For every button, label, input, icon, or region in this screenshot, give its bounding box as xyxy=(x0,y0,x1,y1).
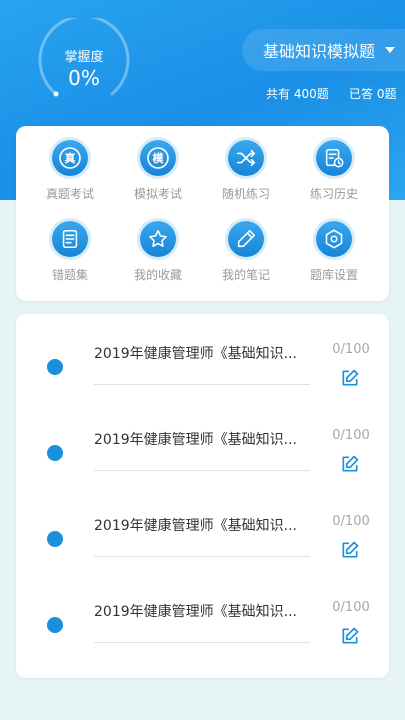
paper-list: 2019年健康管理师《基础知识... 0/100 2019年健康管理师《基础知识… xyxy=(16,314,389,678)
feature-label: 我的笔记 xyxy=(221,268,270,282)
mastery-value: 0% xyxy=(68,66,100,90)
feature-grid: 真 真题考试 模 模拟考试 随机练习 练习历史 错题集 我的收藏 我的笔记 题库… xyxy=(16,126,389,301)
feature-label: 题库设置 xyxy=(309,268,358,282)
star-icon xyxy=(140,221,176,257)
feature-label: 模拟考试 xyxy=(133,187,182,201)
paper-title: 2019年健康管理师《基础知识... xyxy=(94,604,297,620)
answered-questions: 已答 0题 xyxy=(349,87,397,101)
mastery-label: 掌握度 xyxy=(64,50,104,65)
divider xyxy=(94,642,310,643)
paper-progress: 0/100 xyxy=(332,600,370,615)
bullet-dot-icon xyxy=(47,445,63,461)
paper-title: 2019年健康管理师《基础知识... xyxy=(94,432,297,448)
feature-mock-exam[interactable]: 模 模拟考试 xyxy=(118,140,198,202)
divider xyxy=(94,384,310,385)
divider xyxy=(94,556,310,557)
paper-title: 2019年健康管理师《基础知识... xyxy=(94,346,297,362)
feature-wrong-questions[interactable]: 错题集 xyxy=(30,221,110,283)
bullet-dot-icon xyxy=(47,359,63,375)
feature-history[interactable]: 练习历史 xyxy=(294,140,374,202)
feature-label: 我的收藏 xyxy=(133,268,182,282)
settings-icon xyxy=(316,221,352,257)
feature-label: 随机练习 xyxy=(221,187,270,201)
paper-progress: 0/100 xyxy=(332,514,370,529)
question-bank-selector[interactable]: 基础知识模拟题 xyxy=(242,29,405,71)
list-item[interactable]: 2019年健康管理师《基础知识... 0/100 xyxy=(16,314,389,400)
paper-progress: 0/100 xyxy=(332,342,370,357)
paper-title: 2019年健康管理师《基础知识... xyxy=(94,518,297,534)
list-item[interactable]: 2019年健康管理师《基础知识... 0/100 xyxy=(16,486,389,572)
shuffle-icon xyxy=(228,140,264,176)
wrong-questions-icon xyxy=(52,221,88,257)
edit-icon[interactable] xyxy=(340,368,360,388)
feature-bank-settings[interactable]: 题库设置 xyxy=(294,221,374,283)
feature-label: 真题考试 xyxy=(45,187,94,201)
mock-exam-icon: 模 xyxy=(140,140,176,176)
pencil-icon xyxy=(228,221,264,257)
bullet-dot-icon xyxy=(47,617,63,633)
history-icon xyxy=(316,140,352,176)
edit-icon[interactable] xyxy=(340,626,360,646)
list-item[interactable]: 2019年健康管理师《基础知识... 0/100 xyxy=(16,572,389,658)
total-questions: 共有 400题 xyxy=(266,87,329,101)
list-item[interactable]: 2019年健康管理师《基础知识... 0/100 xyxy=(16,400,389,486)
bullet-dot-icon xyxy=(47,531,63,547)
divider xyxy=(94,470,310,471)
caret-down-icon xyxy=(385,47,396,53)
feature-label: 错题集 xyxy=(51,268,88,282)
edit-icon[interactable] xyxy=(340,540,360,560)
feature-favorites[interactable]: 我的收藏 xyxy=(118,221,198,283)
feature-real-exam[interactable]: 真 真题考试 xyxy=(30,140,110,202)
edit-icon[interactable] xyxy=(340,454,360,474)
question-bank-name: 基础知识模拟题 xyxy=(263,42,376,61)
feature-notes[interactable]: 我的笔记 xyxy=(206,221,286,283)
real-exam-glyph: 真 xyxy=(64,152,76,165)
mock-exam-glyph: 模 xyxy=(152,152,164,165)
feature-label: 练习历史 xyxy=(309,187,358,201)
paper-progress: 0/100 xyxy=(332,428,370,443)
mastery-progress-ring: 掌握度 0% xyxy=(36,18,132,104)
feature-random-practice[interactable]: 随机练习 xyxy=(206,140,286,202)
real-exam-icon: 真 xyxy=(52,140,88,176)
